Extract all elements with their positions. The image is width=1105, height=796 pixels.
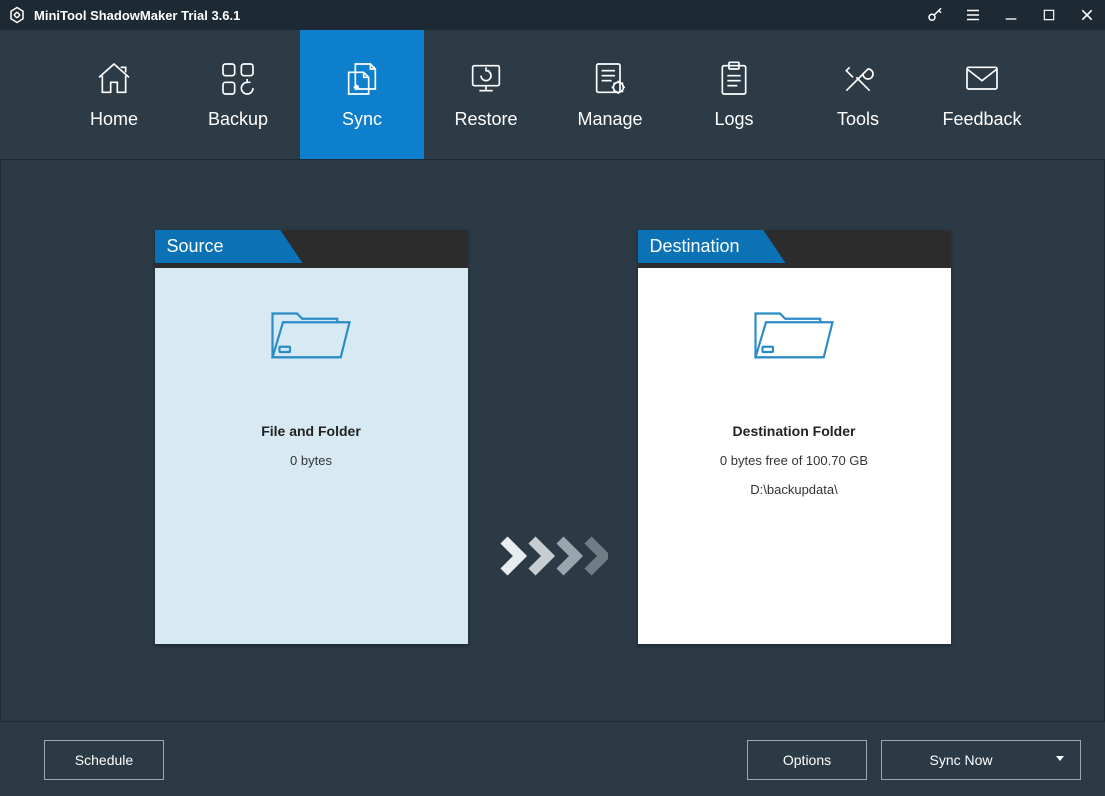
feedback-icon (962, 59, 1002, 99)
content-area: Source File and Folder 0 bytes (0, 160, 1105, 722)
source-title: File and Folder (261, 423, 361, 439)
tools-icon (838, 59, 878, 99)
source-card[interactable]: Source File and Folder 0 bytes (155, 230, 468, 644)
caret-down-icon (1054, 751, 1066, 769)
destination-title: Destination Folder (733, 423, 856, 439)
source-card-body: File and Folder 0 bytes (155, 268, 468, 644)
source-size: 0 bytes (290, 453, 332, 468)
maximize-icon[interactable] (1039, 5, 1059, 25)
nav-tools[interactable]: Tools (796, 30, 920, 159)
sync-now-dropdown[interactable] (1040, 741, 1080, 779)
nav-label: Restore (454, 109, 517, 130)
nav-label: Manage (577, 109, 642, 130)
nav-label: Backup (208, 109, 268, 130)
nav-sync[interactable]: Sync (300, 30, 424, 159)
sync-arrows-icon (498, 536, 608, 576)
destination-card-body: Destination Folder 0 bytes free of 100.7… (638, 268, 951, 644)
destination-card[interactable]: Destination Destination Folder 0 bytes f… (638, 230, 951, 644)
key-icon[interactable] (925, 5, 945, 25)
nav-restore[interactable]: Restore (424, 30, 548, 159)
logs-icon (714, 59, 754, 99)
nav-manage[interactable]: Manage (548, 30, 672, 159)
nav-backup[interactable]: Backup (176, 30, 300, 159)
schedule-button-label: Schedule (75, 752, 133, 768)
titlebar: MiniTool ShadowMaker Trial 3.6.1 (0, 0, 1105, 30)
source-card-header: Source (155, 230, 468, 268)
restore-icon (466, 59, 506, 99)
destination-free: 0 bytes free of 100.70 GB (720, 453, 868, 468)
destination-path: D:\backupdata\ (750, 482, 837, 497)
home-icon (94, 59, 134, 99)
nav-label: Feedback (942, 109, 1021, 130)
app-title: MiniTool ShadowMaker Trial 3.6.1 (34, 8, 240, 23)
menu-icon[interactable] (963, 5, 983, 25)
app-window: MiniTool ShadowMaker Trial 3.6.1 (0, 0, 1105, 796)
manage-icon (590, 59, 630, 99)
minimize-icon[interactable] (1001, 5, 1021, 25)
titlebar-left: MiniTool ShadowMaker Trial 3.6.1 (8, 6, 240, 24)
nav-home[interactable]: Home (52, 30, 176, 159)
backup-icon (218, 59, 258, 99)
destination-tab-label: Destination (638, 230, 786, 263)
nav-logs[interactable]: Logs (672, 30, 796, 159)
main-nav: Home Backup Sync (0, 30, 1105, 160)
nav-label: Logs (714, 109, 753, 130)
nav-feedback[interactable]: Feedback (920, 30, 1044, 159)
sync-now-label: Sync Now (929, 752, 992, 768)
nav-label: Home (90, 109, 138, 130)
schedule-button[interactable]: Schedule (44, 740, 164, 780)
folder-icon (266, 296, 356, 369)
close-icon[interactable] (1077, 5, 1097, 25)
destination-card-header: Destination (638, 230, 951, 268)
sync-now-main[interactable]: Sync Now (882, 741, 1040, 779)
app-logo-icon (8, 6, 26, 24)
bottom-bar: Schedule Options Sync Now (0, 722, 1105, 796)
options-button[interactable]: Options (747, 740, 867, 780)
sync-now-button: Sync Now (881, 740, 1081, 780)
sync-icon (342, 59, 382, 99)
nav-label: Tools (837, 109, 879, 130)
source-tab-label: Source (155, 230, 303, 263)
folder-icon (749, 296, 839, 369)
titlebar-buttons (925, 5, 1097, 25)
nav-label: Sync (342, 109, 382, 130)
options-button-label: Options (783, 752, 831, 768)
